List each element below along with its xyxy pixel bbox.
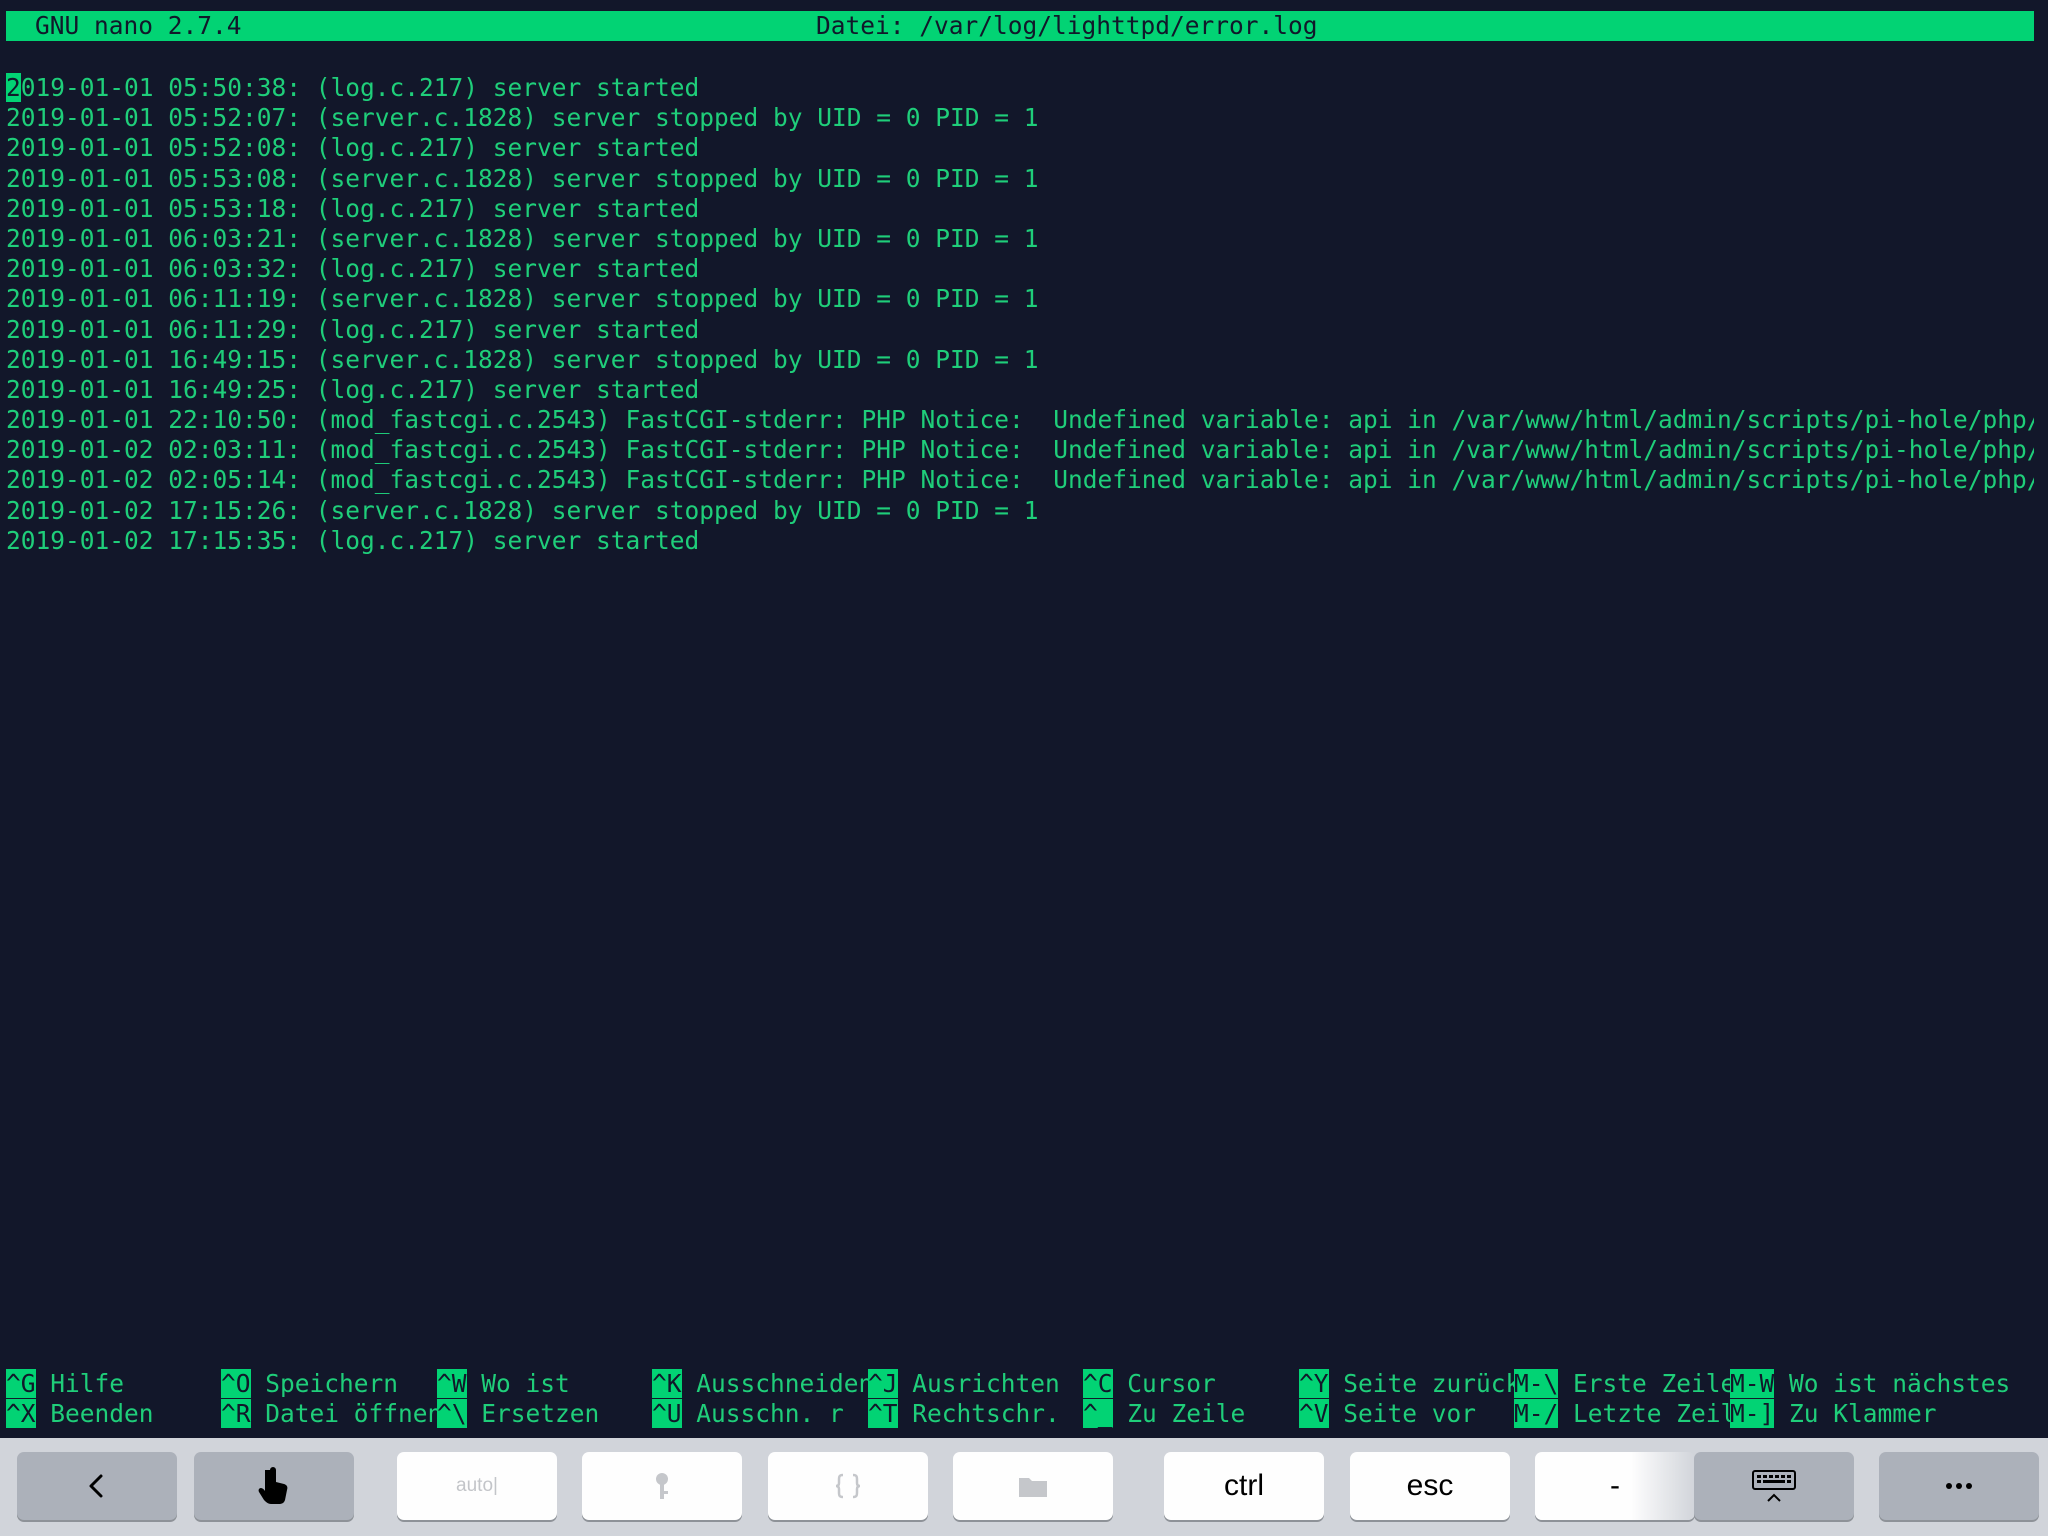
shortcut-cursor-pos[interactable]: ^C Cursor xyxy=(1083,1369,1216,1399)
text-cursor: 2 xyxy=(6,73,21,102)
keyboard-accessory-bar: auto | ctrl esc - xyxy=(0,1438,2048,1536)
log-line: 2019-01-02 02:05:14: (mod_fastcgi.c.2543… xyxy=(6,465,2034,495)
hand-pointer-icon xyxy=(258,1467,288,1504)
keyboard-hide-icon xyxy=(1752,1470,1796,1502)
log-line: 2019-01-01 16:49:25: (log.c.217) server … xyxy=(6,374,700,404)
folder-icon xyxy=(1019,1478,1047,1497)
log-line: 2019-01-01 06:03:32: (log.c.217) server … xyxy=(6,254,700,284)
shortcut-first-line[interactable]: M-\ Erste Zeile xyxy=(1514,1369,1735,1399)
shortcut-cut[interactable]: ^K Ausschneiden xyxy=(652,1369,873,1399)
shortcut-read-file[interactable]: ^R Datei öffnen xyxy=(221,1399,442,1429)
log-line: 2019-01-01 05:52:07: (server.c.1828) ser… xyxy=(6,103,1039,133)
auto-label: auto xyxy=(456,1475,494,1496)
shortcut-next-page[interactable]: ^V Seite vor xyxy=(1299,1399,1476,1429)
key-icon xyxy=(656,1473,668,1499)
ellipsis-icon xyxy=(1946,1483,1972,1489)
log-line: 2019-01-01 06:11:29: (log.c.217) server … xyxy=(6,314,700,344)
log-line: 2019-01-01 05:53:08: (server.c.1828) ser… xyxy=(6,163,1039,193)
log-line: 2019-01-01 16:49:15: (server.c.1828) ser… xyxy=(6,344,1039,374)
shortcut-justify[interactable]: ^J Ausrichten xyxy=(868,1369,1060,1399)
shortcut-where-is[interactable]: ^W Wo ist xyxy=(437,1369,570,1399)
shortcut-find-next[interactable]: M-W Wo ist nächstes xyxy=(1730,1369,2010,1399)
files-button[interactable] xyxy=(953,1452,1113,1520)
chevron-left-icon xyxy=(89,1474,103,1498)
log-line: 2019-01-01 05:53:18: (log.c.217) server … xyxy=(6,193,700,223)
editor-text-area[interactable]: 2019-01-01 05:50:38: (log.c.217) server … xyxy=(6,73,2034,556)
password-button[interactable] xyxy=(582,1452,742,1520)
shortcut-exit[interactable]: ^X Beenden xyxy=(6,1399,154,1429)
touch-mode-button[interactable] xyxy=(194,1452,354,1520)
log-line: 2019-01-02 17:15:35: (log.c.217) server … xyxy=(6,525,700,555)
log-line: 2019-01-02 17:15:26: (server.c.1828) ser… xyxy=(6,495,1039,525)
log-line: 2019-01-01 06:11:19: (server.c.1828) ser… xyxy=(6,284,1039,314)
auto-button[interactable]: auto | xyxy=(397,1452,557,1520)
shortcut-go-to-line[interactable]: ^_ Zu Zeile xyxy=(1083,1399,1245,1429)
log-line: 2019-01-01 06:03:21: (server.c.1828) ser… xyxy=(6,223,1039,253)
shortcut-spell[interactable]: ^T Rechtschr. xyxy=(868,1399,1060,1429)
shortcut-help[interactable]: ^G Hilfe xyxy=(6,1369,124,1399)
shortcut-prev-page[interactable]: ^Y Seite zurück xyxy=(1299,1369,1520,1399)
nano-title-bar: GNU nano 2.7.4 Datei: /var/log/lighttpd/… xyxy=(6,11,2034,41)
log-line: 2019-01-01 05:52:08: (log.c.217) server … xyxy=(6,133,700,163)
shortcut-replace[interactable]: ^\ Ersetzen xyxy=(437,1399,599,1429)
dash-key[interactable]: - xyxy=(1535,1452,1695,1520)
ctrl-key[interactable]: ctrl xyxy=(1164,1452,1324,1520)
hide-keyboard-button[interactable] xyxy=(1694,1452,1854,1520)
file-path: Datei: /var/log/lighttpd/error.log xyxy=(816,11,1318,40)
shortcut-save[interactable]: ^O Speichern xyxy=(221,1369,398,1399)
back-button[interactable] xyxy=(17,1452,177,1520)
log-line: 2019-01-02 02:03:11: (mod_fastcgi.c.2543… xyxy=(6,435,2034,465)
shortcut-uncut[interactable]: ^U Ausschn. r xyxy=(652,1399,844,1429)
log-line: 2019-01-01 22:10:50: (mod_fastcgi.c.2543… xyxy=(6,405,2034,435)
esc-key[interactable]: esc xyxy=(1350,1452,1510,1520)
shortcut-to-bracket[interactable]: M-] Zu Klammer xyxy=(1730,1399,1937,1429)
shortcut-last-line[interactable]: M-/ Letzte Zeil xyxy=(1514,1399,1735,1429)
braces-icon xyxy=(835,1473,861,1499)
snippets-button[interactable] xyxy=(768,1452,928,1520)
app-name: GNU nano 2.7.4 xyxy=(35,11,242,40)
log-line: 2019-01-01 05:50:38: (log.c.217) server … xyxy=(6,73,700,102)
more-button[interactable] xyxy=(1879,1452,2039,1520)
